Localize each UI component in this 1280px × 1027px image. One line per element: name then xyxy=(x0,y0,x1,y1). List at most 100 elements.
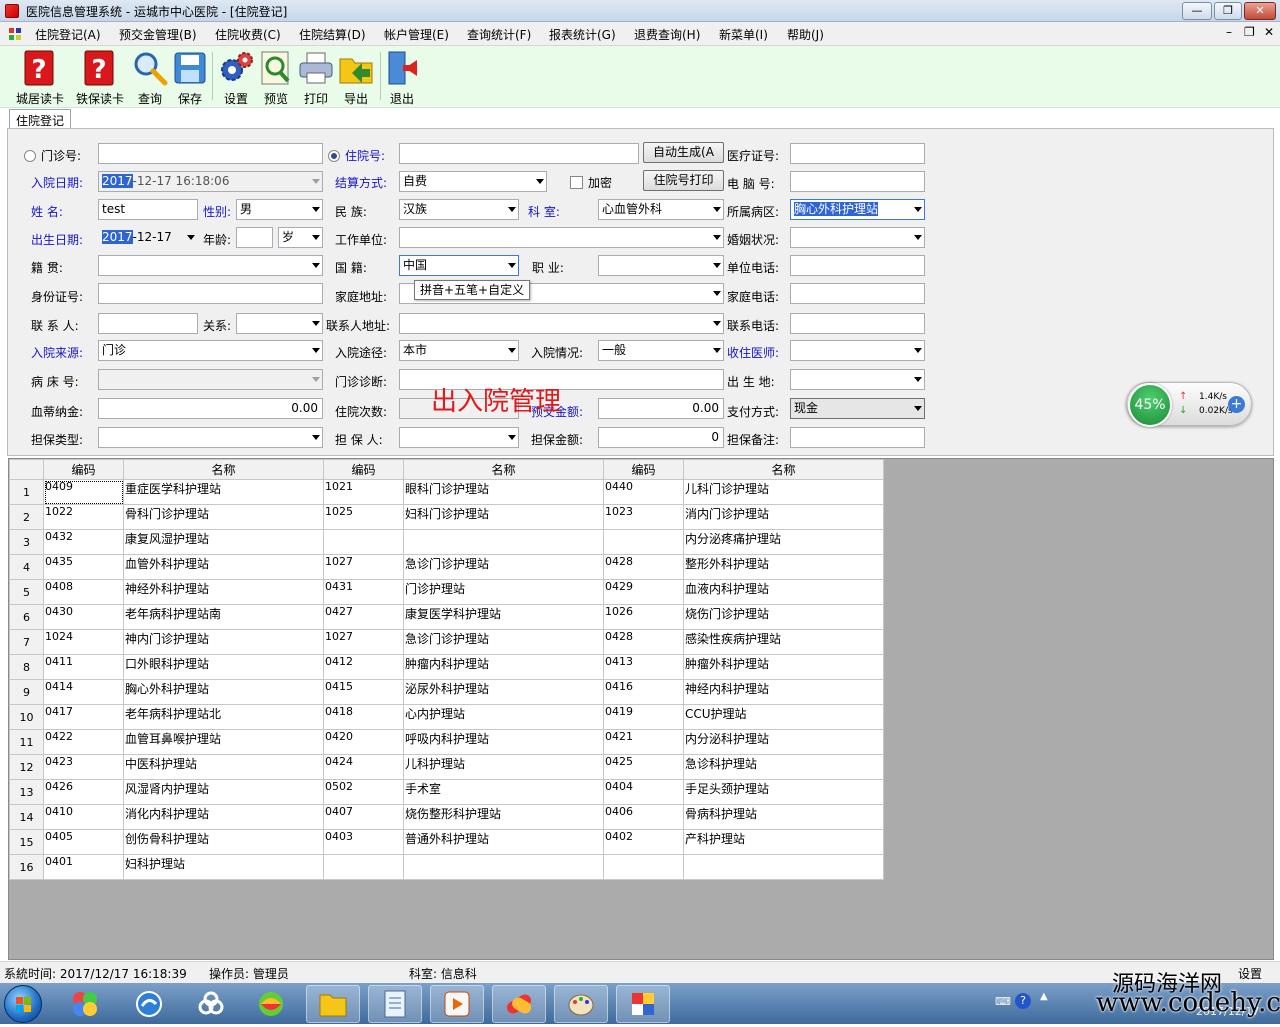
ward-code-cell[interactable]: 0417 xyxy=(43,704,124,730)
taskbar-app-paint[interactable] xyxy=(554,985,608,1023)
encrypt-checkbox[interactable] xyxy=(570,176,583,189)
admit-source-select[interactable]: 门诊 xyxy=(98,340,323,361)
contact-phone-input[interactable] xyxy=(790,313,925,334)
ward-code-cell[interactable]: 0420 xyxy=(323,729,404,755)
network-speed-widget[interactable]: 45% ↑ 1.4K/s ↓ 0.02K/s + xyxy=(1126,382,1252,427)
taskbar-app-notes[interactable] xyxy=(368,985,422,1023)
ward-name-cell[interactable]: 血液内科护理站 xyxy=(683,579,884,605)
ward-code-cell[interactable]: 0408 xyxy=(43,579,124,605)
ward-code-cell[interactable]: 0435 xyxy=(43,554,124,580)
ward-code-cell[interactable]: 0431 xyxy=(323,579,404,605)
table-row[interactable]: 16 0401 妇科护理站 xyxy=(9,854,884,880)
ward-name-cell[interactable]: 妇科护理站 xyxy=(123,854,324,880)
pay-method-select[interactable]: 现金 xyxy=(790,398,925,419)
menu-charging[interactable]: 住院收费(C) xyxy=(215,26,281,43)
ward-code-cell[interactable]: 0428 xyxy=(603,554,684,580)
ward-code-cell[interactable]: 0413 xyxy=(603,654,684,680)
menu-query-stats[interactable]: 查询统计(F) xyxy=(467,26,531,43)
ward-name-cell[interactable]: 产科护理站 xyxy=(683,829,884,855)
table-row[interactable]: 2 1022 骨科门诊护理站 1025 妇科门诊护理站 1023 消内门诊护理站 xyxy=(9,504,884,530)
ward-name-cell[interactable]: 烧伤整形科护理站 xyxy=(403,804,604,830)
start-button[interactable] xyxy=(4,985,42,1023)
taskbar-app-pill[interactable] xyxy=(492,985,546,1023)
menu-refund-query[interactable]: 退费查询(H) xyxy=(634,26,700,43)
column-header[interactable]: 名称 xyxy=(403,459,604,480)
taskbar-app-360[interactable] xyxy=(244,985,298,1023)
inpatient-no-input[interactable] xyxy=(399,143,639,164)
ward-name-cell[interactable]: 消化内科护理站 xyxy=(123,804,324,830)
print-button[interactable]: 打印 xyxy=(298,50,334,107)
guarantor-select[interactable] xyxy=(399,427,519,448)
keyboard-icon[interactable]: ⌨ xyxy=(995,995,1011,1008)
column-header[interactable]: 名称 xyxy=(123,459,324,480)
ward-code-cell[interactable] xyxy=(603,529,684,555)
ward-name-cell[interactable] xyxy=(683,854,884,880)
status-settings[interactable]: 设置 xyxy=(1238,965,1262,982)
marital-select[interactable] xyxy=(790,227,925,248)
admit-route-select[interactable]: 本市 xyxy=(399,340,519,361)
ward-code-cell[interactable]: 0425 xyxy=(603,754,684,780)
admit-condition-select[interactable]: 一般 xyxy=(598,340,724,361)
ward-name-cell[interactable]: 神经外科护理站 xyxy=(123,579,324,605)
table-row[interactable]: 7 1024 神内门诊护理站 1027 急诊门诊护理站 0428 感染性疾病护理站 xyxy=(9,629,884,655)
table-row[interactable]: 1 0409 重症医学科护理站 1021 眼科门诊护理站 0440 儿科门诊护理站 xyxy=(9,479,884,505)
contact-input[interactable] xyxy=(98,313,198,334)
ward-name-cell[interactable]: 妇科门诊护理站 xyxy=(403,504,604,530)
ward-name-cell[interactable]: 创伤骨科护理站 xyxy=(123,829,324,855)
ward-name-cell[interactable]: 急诊门诊护理站 xyxy=(403,629,604,655)
inpatient-radio[interactable] xyxy=(328,150,340,162)
preview-button[interactable]: 预览 xyxy=(258,50,294,107)
ward-code-cell[interactable]: 0416 xyxy=(603,679,684,705)
ward-name-cell[interactable]: 消内门诊护理站 xyxy=(683,504,884,530)
ward-name-cell[interactable] xyxy=(403,529,604,555)
taskbar-app-browser[interactable] xyxy=(122,985,176,1023)
mdi-close-icon[interactable]: ✕ xyxy=(1264,25,1274,39)
ward-name-cell[interactable]: 内分泌科护理站 xyxy=(683,729,884,755)
ward-code-cell[interactable] xyxy=(323,854,404,880)
menu-accounts[interactable]: 帐户管理(E) xyxy=(384,26,449,43)
ward-name-cell[interactable]: 呼吸内科护理站 xyxy=(403,729,604,755)
taskbar-app-media[interactable] xyxy=(430,985,484,1023)
ward-code-cell[interactable]: 0415 xyxy=(323,679,404,705)
table-row[interactable]: 5 0408 神经外科护理站 0431 门诊护理站 0429 血液内科护理站 xyxy=(9,579,884,605)
column-header[interactable]: 编码 xyxy=(323,459,404,480)
taskbar-app-cloud[interactable] xyxy=(184,985,238,1023)
insurance-no-input[interactable] xyxy=(790,143,925,164)
contact-address-select[interactable] xyxy=(399,313,724,334)
ward-name-cell[interactable]: 手足头颈护理站 xyxy=(683,779,884,805)
ward-name-cell[interactable]: 神经内科护理站 xyxy=(683,679,884,705)
home-phone-input[interactable] xyxy=(790,283,925,304)
ward-code-cell[interactable] xyxy=(603,854,684,880)
ward-code-cell[interactable]: 0432 xyxy=(43,529,124,555)
auto-generate-button[interactable]: 自动生成(A xyxy=(643,142,724,163)
ward-code-cell[interactable]: 0430 xyxy=(43,604,124,630)
ward-name-cell[interactable]: 普通外科护理站 xyxy=(403,829,604,855)
settings-button[interactable]: 设置 xyxy=(218,50,254,107)
close-button[interactable]: ✕ xyxy=(1244,2,1276,20)
native-place-select[interactable] xyxy=(98,255,323,276)
menu-prepayment[interactable]: 预交金管理(B) xyxy=(119,26,197,43)
minimize-button[interactable]: — xyxy=(1182,2,1212,20)
export-button[interactable]: 导出 xyxy=(338,50,374,107)
ward-name-cell[interactable]: 老年病科护理站北 xyxy=(123,704,324,730)
ward-code-cell[interactable]: 0407 xyxy=(323,804,404,830)
name-input[interactable]: test xyxy=(98,199,198,220)
ward-code-cell[interactable]: 0429 xyxy=(603,579,684,605)
ward-name-cell[interactable]: 风湿肾内护理站 xyxy=(123,779,324,805)
nationality-select[interactable]: 中国 xyxy=(399,255,519,276)
save-button[interactable]: 保存 xyxy=(172,50,208,107)
table-row[interactable]: 13 0426 风湿肾内护理站 0502 手术室 0404 手足头颈护理站 xyxy=(9,779,884,805)
ward-code-cell[interactable]: 0410 xyxy=(43,804,124,830)
ward-code-cell[interactable]: 0414 xyxy=(43,679,124,705)
ward-code-cell[interactable]: 0404 xyxy=(603,779,684,805)
tab-admission[interactable]: 住院登记 xyxy=(9,109,72,130)
computer-no-input[interactable] xyxy=(790,171,925,192)
column-header[interactable]: 编码 xyxy=(603,459,684,480)
ward-name-cell[interactable]: 康复医学科护理站 xyxy=(403,604,604,630)
exit-button[interactable]: 退出 xyxy=(384,50,420,107)
ward-code-cell[interactable]: 1026 xyxy=(603,604,684,630)
ward-code-cell[interactable]: 0401 xyxy=(43,854,124,880)
table-row[interactable]: 10 0417 老年病科护理站北 0418 心内护理站 0419 CCU护理站 xyxy=(9,704,884,730)
ward-name-cell[interactable]: 急诊科护理站 xyxy=(683,754,884,780)
ward-code-cell[interactable]: 1025 xyxy=(323,504,404,530)
